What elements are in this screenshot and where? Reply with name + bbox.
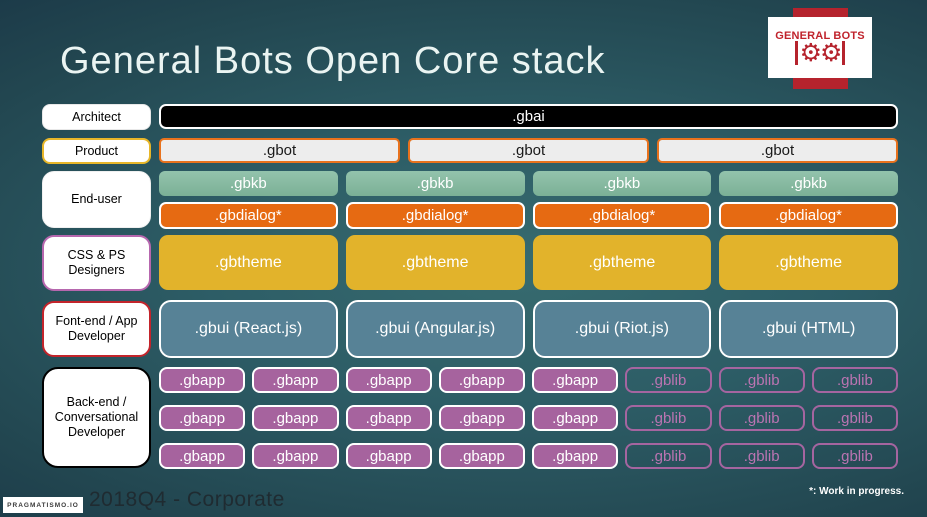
gbtheme-box: .gbtheme: [719, 235, 898, 290]
gbtheme-box: .gbtheme: [345, 235, 525, 290]
gblib-box: .gblib: [625, 443, 712, 469]
gblib-box: .gblib: [718, 405, 805, 431]
gear-glyphs-icon: ⚙⚙: [799, 38, 843, 67]
gbapp-box: .gbapp: [252, 367, 339, 393]
gblib-box: .gblib: [718, 443, 805, 469]
gbai-box: .gbai: [159, 104, 898, 129]
slide: General Bots Open Core stack GENERAL BOT…: [0, 0, 927, 517]
gbapp-box: .gbapp: [438, 443, 525, 469]
gbapp-box: .gbapp: [252, 405, 339, 431]
gblib-box: .gblib: [718, 367, 805, 393]
work-in-progress-footnote: *: Work in progress.: [809, 486, 904, 497]
gblib-box: .gblib: [625, 367, 712, 393]
gbot-box: .gbot: [657, 138, 898, 163]
role-label-architect: Architect: [42, 104, 151, 130]
gbui-riot-box: .gbui (Riot.js): [532, 300, 712, 358]
gbdialog-box: .gbdialog*: [345, 202, 525, 229]
row-gbdialog: .gbdialog* .gbdialog* .gbdialog* .gbdial…: [159, 202, 898, 229]
gbapp-box: .gbapp: [532, 443, 619, 469]
gblib-box: .gblib: [811, 405, 898, 431]
role-label-end-user: End-user: [42, 171, 151, 228]
slide-footer-caption: 2018Q4 - Corporate: [89, 488, 285, 511]
gbot-box: .gbot: [408, 138, 649, 163]
gblib-box: .gblib: [625, 405, 712, 431]
gbapp-box: .gbapp: [159, 405, 246, 431]
gbdialog-box: .gbdialog*: [719, 202, 898, 229]
gblib-box: .gblib: [811, 367, 898, 393]
gbapp-box: .gbapp: [345, 367, 432, 393]
gbkb-box: .gbkb: [159, 171, 338, 196]
row-gbapp-1: .gbapp .gbapp .gbapp .gbapp .gbapp .gbli…: [159, 367, 898, 393]
role-label-frontend-app-developer: Font-end / App Developer: [42, 301, 151, 357]
gbapp-box: .gbapp: [532, 405, 619, 431]
general-bots-logo: GENERAL BOTS ⚙⚙: [768, 17, 872, 78]
row-gbui: .gbui (React.js) .gbui (Angular.js) .gbu…: [159, 300, 898, 358]
row-gbkb: .gbkb .gbkb .gbkb .gbkb: [159, 171, 898, 196]
row-gbot: .gbot .gbot .gbot: [159, 138, 898, 163]
gears-icon: ⚙⚙: [794, 38, 846, 67]
gbapp-box: .gbapp: [159, 367, 246, 393]
gbtheme-box: .gbtheme: [159, 235, 338, 290]
gbkb-box: .gbkb: [532, 171, 712, 196]
row-gbapp-2: .gbapp .gbapp .gbapp .gbapp .gbapp .gbli…: [159, 405, 898, 431]
gbkb-box: .gbkb: [345, 171, 525, 196]
gear-bar-left-icon: [794, 40, 798, 65]
row-gbai: .gbai: [159, 104, 898, 129]
pragmatismo-logo: PRAGMATISMO.IO: [3, 497, 83, 513]
gbapp-box: .gbapp: [252, 443, 339, 469]
gbdialog-box: .gbdialog*: [532, 202, 712, 229]
gbdialog-box: .gbdialog*: [159, 202, 338, 229]
gbtheme-box: .gbtheme: [532, 235, 712, 290]
row-gbapp-3: .gbapp .gbapp .gbapp .gbapp .gbapp .gbli…: [159, 443, 898, 469]
role-label-product: Product: [42, 138, 151, 164]
role-label-css-ps-designers: CSS & PS Designers: [42, 235, 151, 291]
gbot-box: .gbot: [159, 138, 400, 163]
gbapp-box: .gbapp: [159, 443, 246, 469]
gblib-box: .gblib: [811, 443, 898, 469]
row-gbtheme: .gbtheme .gbtheme .gbtheme .gbtheme: [159, 235, 898, 290]
gbapp-box: .gbapp: [438, 405, 525, 431]
gbapp-box: .gbapp: [345, 443, 432, 469]
gbui-html-box: .gbui (HTML): [719, 300, 898, 358]
gbapp-box: .gbapp: [532, 367, 619, 393]
gbkb-box: .gbkb: [719, 171, 898, 196]
gbapp-box: .gbapp: [438, 367, 525, 393]
gear-bar-right-icon: [842, 40, 846, 65]
gbui-angular-box: .gbui (Angular.js): [345, 300, 525, 358]
role-label-backend-conversational-developer: Back-end / Conversational Developer: [42, 367, 151, 468]
gbapp-box: .gbapp: [345, 405, 432, 431]
page-title: General Bots Open Core stack: [60, 40, 606, 82]
gbui-react-box: .gbui (React.js): [159, 300, 338, 358]
